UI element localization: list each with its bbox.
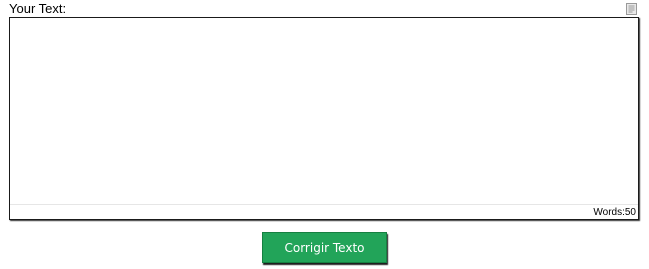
text-input-area[interactable] — [10, 18, 638, 204]
text-editor-box: Words:50 — [9, 17, 639, 220]
document-copy-icon[interactable] — [626, 2, 637, 15]
correct-text-button[interactable]: Corrigir Texto — [262, 232, 387, 263]
editor-footer: Words:50 — [10, 204, 638, 219]
word-count-label: Words:50 — [593, 207, 636, 218]
input-label: Your Text: — [9, 1, 67, 16]
